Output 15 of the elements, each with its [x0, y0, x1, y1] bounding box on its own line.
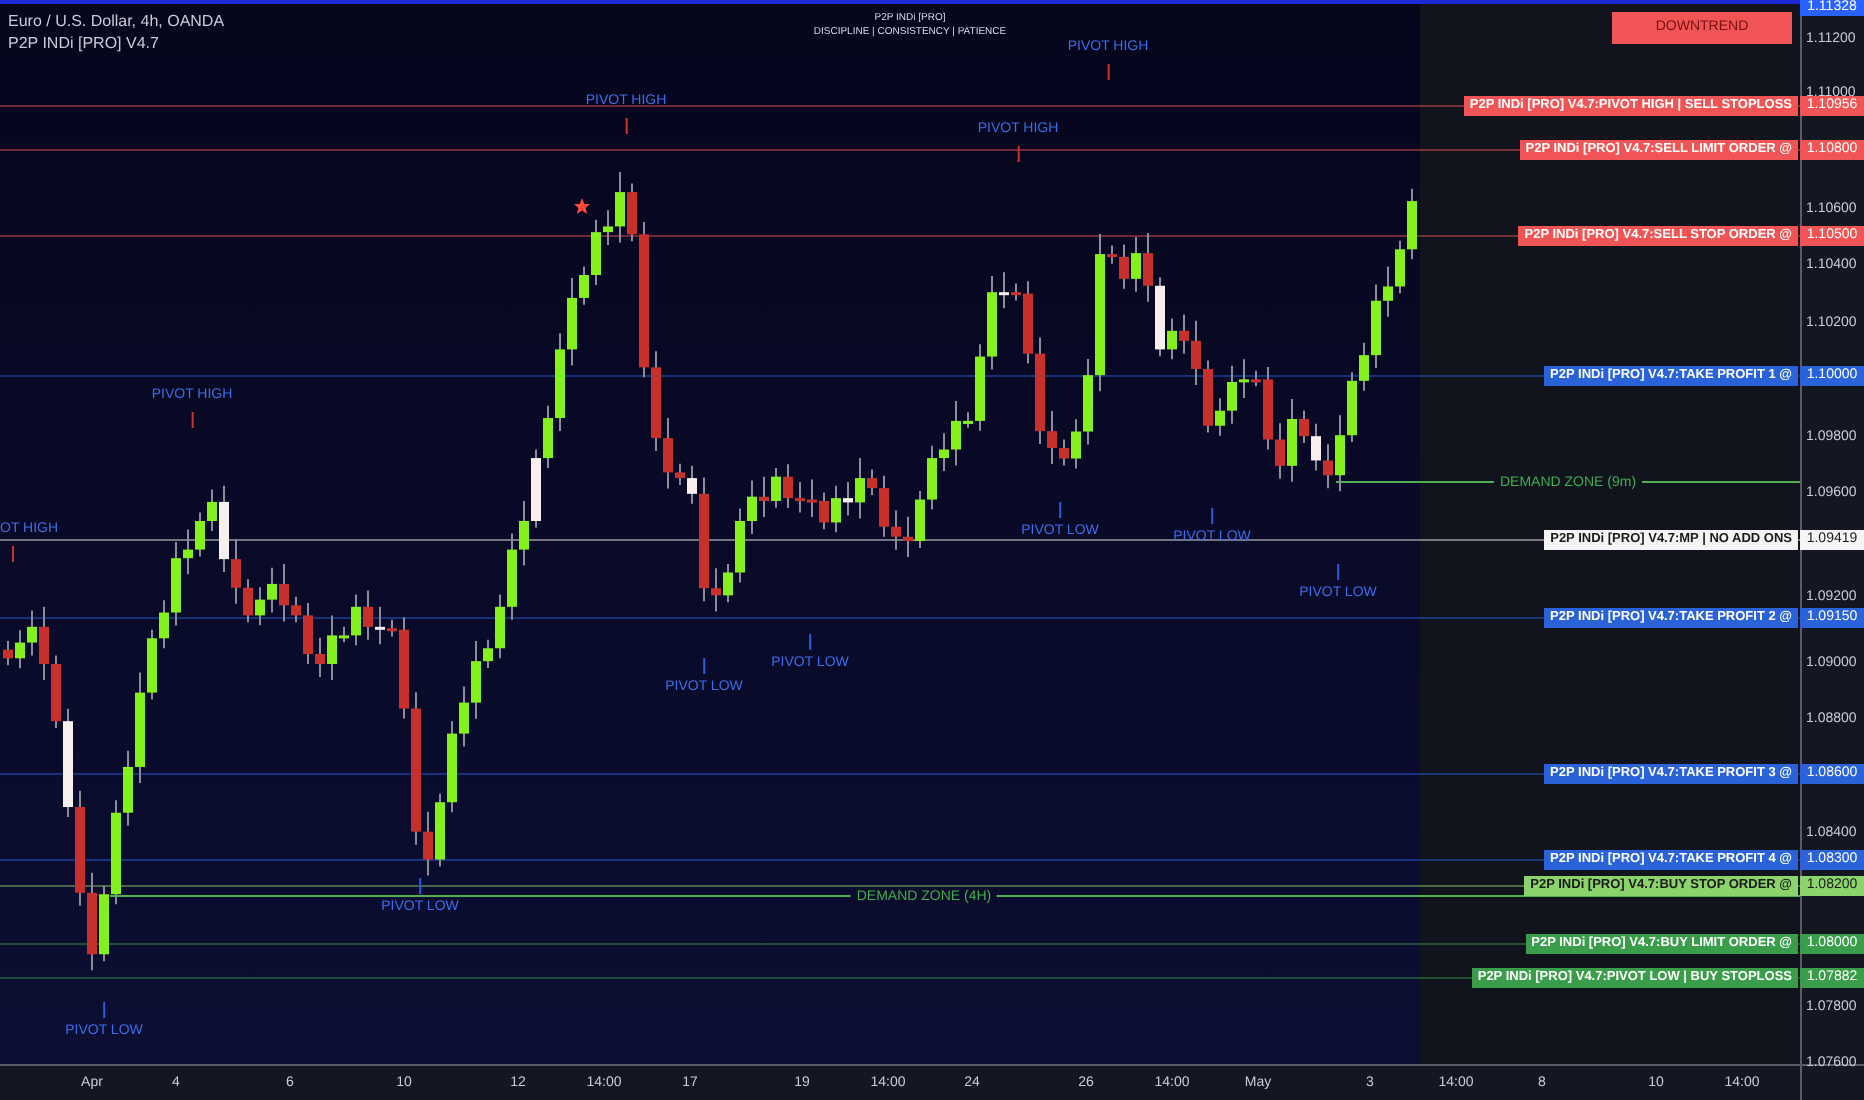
pivot-marker [1059, 502, 1061, 518]
pivot-marker [1211, 508, 1213, 524]
pivot-marker [1107, 64, 1109, 80]
pivot-marker [12, 546, 14, 562]
pivot-marker [419, 878, 421, 894]
pivot-marker [703, 658, 705, 674]
indicator-name: P2P INDi [PRO] V4.7 [8, 32, 161, 54]
pivot-marker [1337, 564, 1339, 580]
pivot-marker [625, 118, 627, 134]
chart-title: Euro / U.S. Dollar, 4h, OANDA [8, 10, 225, 32]
star-icon [574, 198, 590, 214]
pivot-marker [1017, 146, 1019, 162]
pivot-marker [191, 412, 193, 428]
pivot-marker [809, 634, 811, 650]
pivot-marker [103, 1002, 105, 1018]
